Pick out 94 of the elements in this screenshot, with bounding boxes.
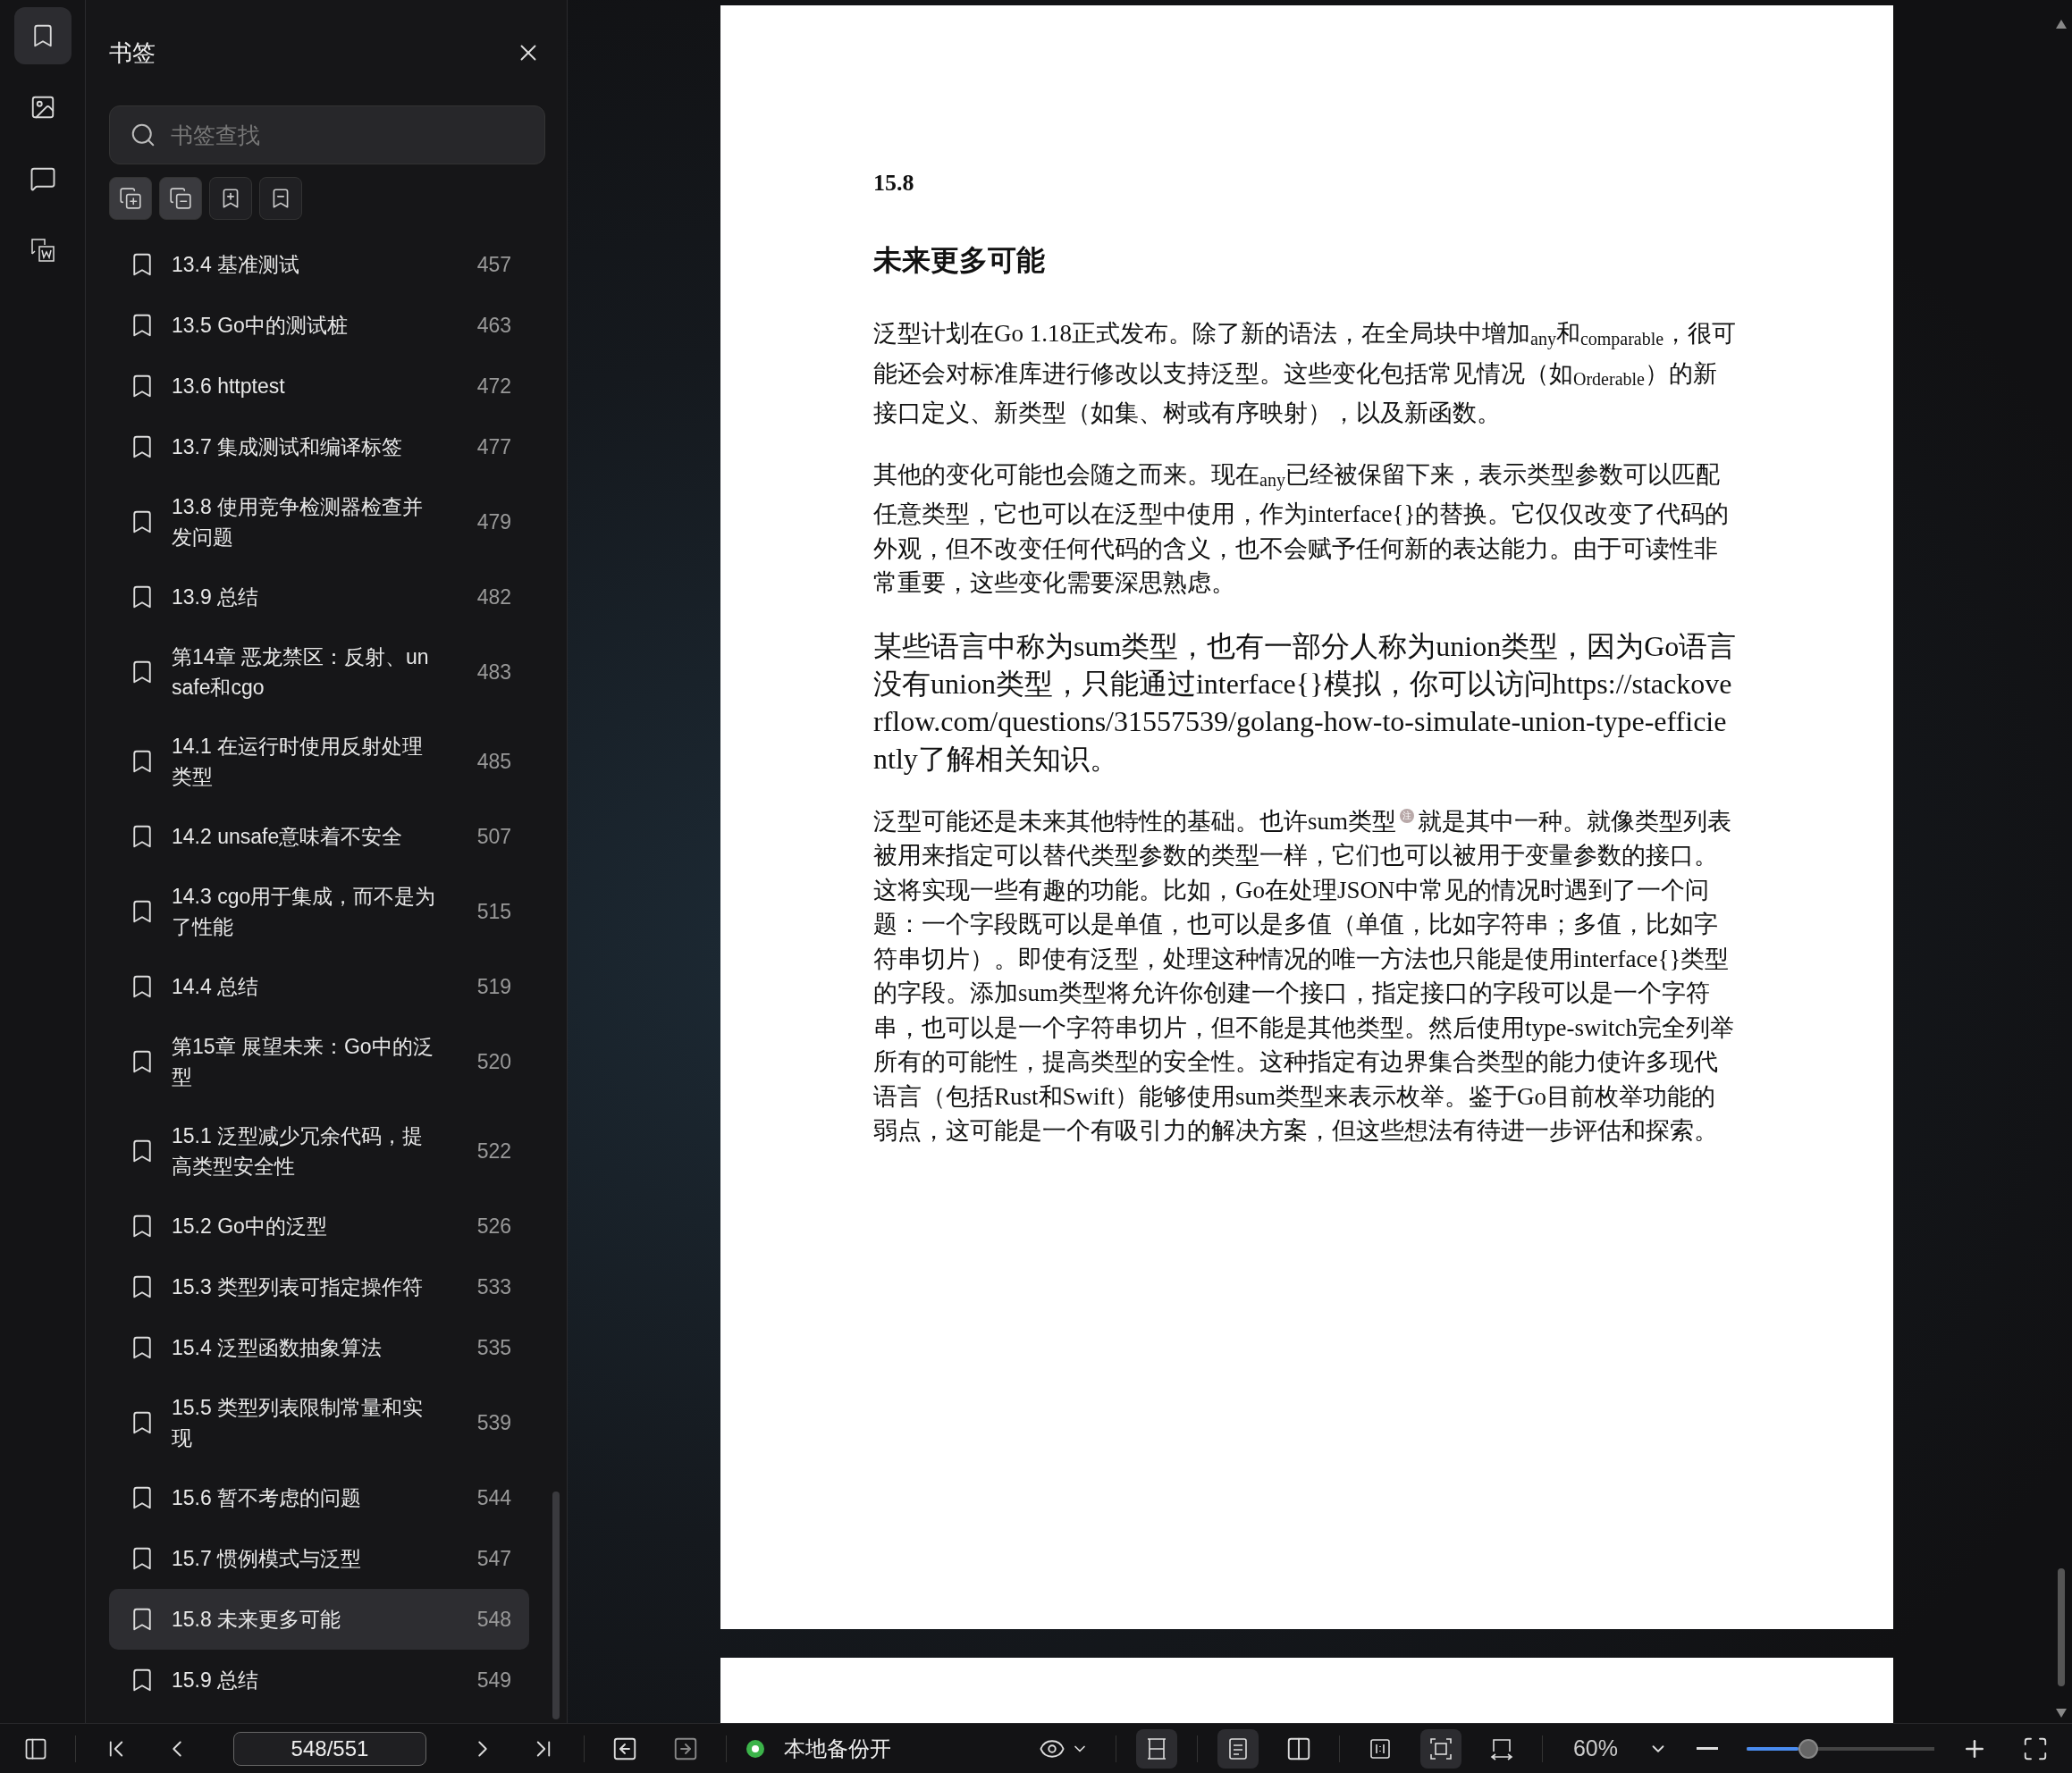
bookmark-item[interactable]: 15.3 类型列表可指定操作符 533: [109, 1256, 529, 1317]
view-mode-button[interactable]: [1217, 1728, 1259, 1769]
search-input[interactable]: 书签查找: [169, 121, 525, 149]
bookmark-item[interactable]: 13.6 httptest 472: [109, 356, 529, 416]
search-field[interactable]: 书签查找: [109, 105, 545, 164]
scrollbar-thumb[interactable]: [552, 1492, 560, 1719]
page-number: 549: [476, 1668, 511, 1693]
bookmark-tool-button[interactable]: [259, 177, 302, 220]
bookmark-item[interactable]: 14.3 cgo用于集成，而不是为了性能 515: [109, 867, 529, 956]
section-number: 15.8: [873, 170, 915, 197]
bookmark-tool-button[interactable]: [109, 177, 152, 220]
page-number: 457: [476, 252, 511, 277]
bookmark-label: 14.2 unsafe意味着不安全: [172, 824, 404, 850]
bookmark-label: 15.1 泛型减少冗余代码，提高类型安全性: [172, 1123, 425, 1180]
section-heading: 未来更多可能: [873, 243, 1046, 278]
bookmark-item[interactable]: 13.9 总结 482: [109, 567, 529, 627]
page-number: 519: [476, 974, 511, 999]
page-number: 472: [476, 374, 511, 399]
page-number-field[interactable]: 548/551: [233, 1731, 426, 1766]
paragraph-text: 其他的变化可能也会随之而来。现在$_{any}$已经被保留下来，表示类型参数可以匹配任意类型，它也可以在泛型中使用，作为interface{}的替换。它仅仅改变了代码的外观，但不改变任何代码的含义，也不会赋予任何新的表达能力。由于可读性非常重要，这些变化需要深思熟虑。: [873, 459, 1731, 598]
zoom-dropdown[interactable]: 60%: [1562, 1735, 1629, 1761]
bookmark-label: 第15章 展望未来：Go中的泛型: [172, 1034, 434, 1090]
footnote-text: 某些语言中称为sum类型，也有一部分人称为union类型，因为Go语言没有union类型，只能通过interface{}模拟，你可以访问https://stackoverflow.com/questions/31557539/golang-how-to-simulate-union-type-efficiently了解相关知识。: [873, 628, 1738, 777]
page-number: 482: [476, 584, 511, 609]
expand-all-icon: [119, 187, 142, 210]
bookmark-item[interactable]: 13.4 基准测试 457: [109, 234, 529, 295]
page-number: 544: [476, 1485, 511, 1510]
bookmark-label: 13.7 集成测试和编译标签: [172, 434, 404, 460]
bookmark-label: 13.4 基准测试: [172, 252, 301, 278]
scrollbar-thumb[interactable]: [2058, 1568, 2065, 1686]
search-icon: [130, 122, 156, 148]
collapse-all-icon: [169, 187, 192, 210]
bookmark-label: 15.2 Go中的泛型: [172, 1214, 328, 1239]
bookmark-item[interactable]: 13.8 使用竞争检测器检查并发问题 479: [109, 477, 529, 567]
bookmark-tool-button[interactable]: [209, 177, 252, 220]
page-number: 539: [476, 1410, 511, 1435]
bookmark-item[interactable]: 第15章 展望未来：Go中的泛型 520: [109, 1017, 529, 1106]
bookmark-label: 15.4 泛型函数抽象算法: [172, 1335, 383, 1361]
view-mode-button[interactable]: [1419, 1728, 1461, 1769]
comment-icon: [29, 165, 56, 192]
bookmark-item[interactable]: 14.2 unsafe意味着不安全 507: [109, 806, 529, 867]
bookmark-item[interactable]: 第14章 恶龙禁区：反射、unsafe和cgo 483: [109, 627, 529, 717]
page-number: 535: [476, 1335, 511, 1360]
bookmark-label: 13.8 使用竞争检测器检查并发问题: [172, 494, 425, 550]
slider-fill: [1747, 1746, 1799, 1751]
paragraph-text: 泛型可能还是未来其他特性的基础。也许sum类型$^{注}$就是其中一种。就像类型列表被用来指定可以替代类型参数的类型一样，它们也可以被用于变量参数的接口。这将实现一些有趣的功能。比如，Go在处理JSON中常见的情况时遇到了一个问题：一个字段既可以是单值，也可以是多值（单值，比如字符串；多值，比如字符串切片）。即使有泛型，处理这种情况的唯一方法也只能是使用interface{}类型的字段。添加sum类型将允许你创建一个接口，指定接口的字段可以是一个字符串，也可以是一个字符串切片，但不能是其他类型。然后使用type-switch完全列举所有的可能性，提高类型的安全性。这种指定有边界集合类型的能力使许多现代语言（包括Rust和Swift）能够使用sum类型来表示枚举。鉴于Go目前枚举功能的弱点，这可能是一个有吸引力的解决方案，但这些想法有待进一步评估和探索。: [873, 806, 1735, 1146]
scroll-up-icon[interactable]: [2056, 20, 2067, 29]
page-number: 522: [476, 1139, 511, 1164]
bookmark-item[interactable]: 15.8 未来更多可能 548: [109, 1589, 529, 1650]
slider-thumb[interactable]: [1798, 1738, 1819, 1759]
bookmark-item[interactable]: 15.6 暂不考虑的问题 544: [109, 1467, 529, 1528]
backup-status[interactable]: 本地备份开: [784, 1734, 891, 1763]
page-number: 526: [476, 1214, 511, 1239]
bookmark-label: 13.5 Go中的测试桩: [172, 313, 349, 339]
page-number: 548: [476, 1607, 511, 1632]
page-number: 547: [476, 1546, 511, 1571]
bookmark-tool-button[interactable]: [159, 177, 202, 220]
bookmark-label: 14.3 cgo用于集成，而不是为了性能: [172, 884, 436, 940]
panel-title: 书签: [109, 38, 156, 68]
panel-tab[interactable]: [13, 7, 72, 64]
page-number: 515: [476, 899, 511, 924]
page-number: 485: [476, 749, 511, 774]
page-number: 533: [476, 1274, 511, 1299]
bookmark-label: 14.4 总结: [172, 974, 260, 1000]
bookmark-label: 15.7 惯例模式与泛型: [172, 1546, 363, 1572]
bookmark-item[interactable]: 13.7 集成测试和编译标签 477: [109, 416, 529, 477]
page-number: 477: [476, 434, 511, 459]
bookmark-label: 15.9 总结: [172, 1668, 260, 1693]
bookmark-item[interactable]: 13.5 Go中的测试桩 463: [109, 295, 529, 356]
bookmark-item[interactable]: 15.7 惯例模式与泛型 547: [109, 1528, 529, 1589]
bookmark-item[interactable]: 15.4 泛型函数抽象算法 535: [109, 1317, 529, 1378]
bookmark-item[interactable]: 15.9 总结 549: [109, 1650, 529, 1710]
bookmark-label: 15.6 暂不考虑的问题: [172, 1485, 363, 1511]
bookmark-item[interactable]: 15.1 泛型减少冗余代码，提高类型安全性 522: [109, 1106, 529, 1196]
page-number: 463: [476, 313, 511, 338]
bookmark-label: 15.5 类型列表限制常量和实现: [172, 1395, 425, 1451]
bookmark-item[interactable]: 14.4 总结 519: [109, 956, 529, 1017]
bookmark-label: 15.3 类型列表可指定操作符: [172, 1274, 425, 1300]
paragraph-text: 泛型计划在Go 1.18正式发布。除了新的语法，在全局块中增加$_{any}$和$_{comparable}$，很可能还会对标准库进行修改以支持泛型。这些变化包括常见情况（如$_{Orderable}$）的新接口定义、新类型（如集、树或有序映射），以及新函数。: [873, 319, 1738, 428]
minus-icon: [1697, 1747, 1718, 1750]
bookmark-item[interactable]: 14.1 在运行时使用反射处理类型 485: [109, 717, 529, 806]
page-number: 479: [476, 509, 511, 534]
page-number: 520: [476, 1049, 511, 1074]
bookmark-item[interactable]: 15.5 类型列表限制常量和实现 539: [109, 1378, 529, 1467]
page-number: 507: [476, 824, 511, 849]
scroll-down-icon[interactable]: [2056, 1709, 2067, 1718]
bookmark-item[interactable]: 15.2 Go中的泛型 526: [109, 1196, 529, 1256]
bookmark-label: 第14章 恶龙禁区：反射、unsafe和cgo: [172, 644, 430, 701]
view-mode-button[interactable]: [1135, 1728, 1177, 1769]
bookmark-label: 14.1 在运行时使用反射处理类型: [172, 734, 425, 790]
bookmark-label: 13.6 httptest: [172, 374, 286, 399]
page-number: 483: [476, 660, 511, 685]
bookmark-label: 13.9 总结: [172, 584, 260, 610]
bookmark-label: 15.8 未来更多可能: [172, 1607, 342, 1633]
